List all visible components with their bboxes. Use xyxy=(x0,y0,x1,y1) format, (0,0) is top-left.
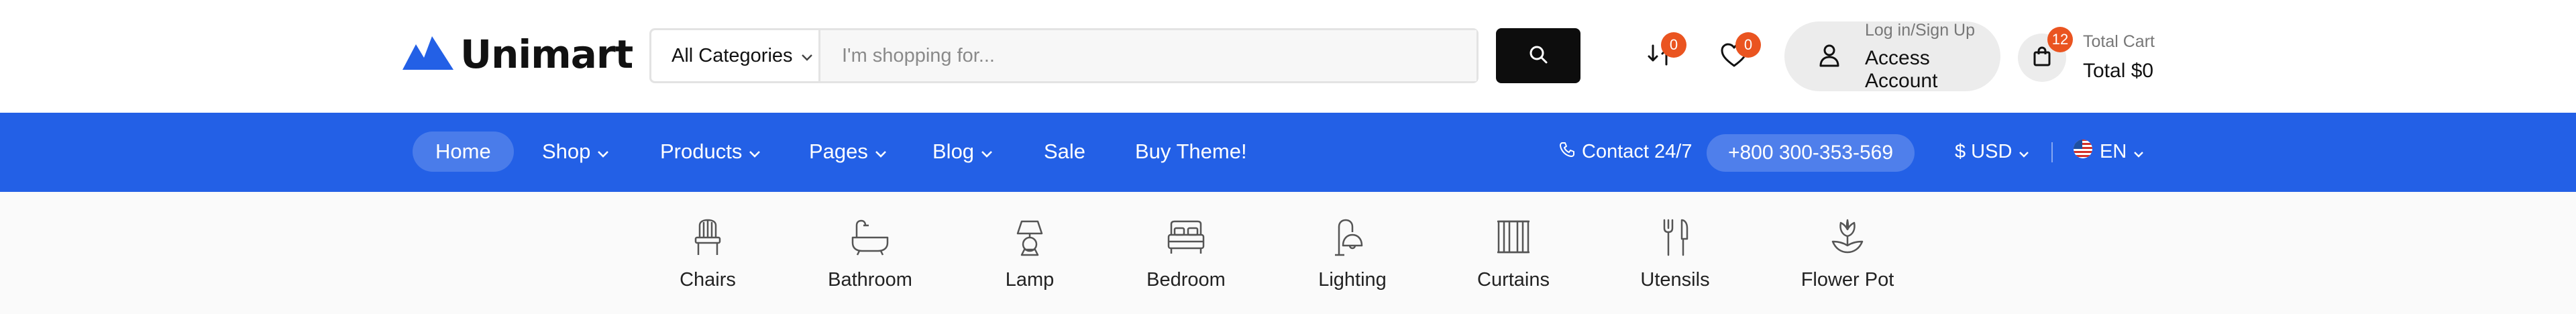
cart-total: Total $0 xyxy=(2083,60,2154,82)
category-bathroom[interactable]: Bathroom xyxy=(790,219,951,291)
account-access-label: Access Account xyxy=(1865,46,1938,92)
search-icon xyxy=(1527,44,1549,68)
nav-item-sale[interactable]: Sale xyxy=(1044,132,1085,172)
pendant-light-icon xyxy=(1334,219,1371,260)
category-strip: Chairs Bathroom Lamp Bedroom Lighting Cu… xyxy=(0,192,2576,314)
brand-name: Unimart xyxy=(460,32,633,77)
compare-count-badge: 0 xyxy=(1661,32,1686,58)
contact-link[interactable]: Contact 24/7 xyxy=(1559,132,1692,172)
contact-label: Contact 24/7 xyxy=(1582,140,1693,162)
chevron-down-icon xyxy=(749,140,761,164)
account-login-label: Log in/Sign Up xyxy=(1865,20,1976,40)
nav-item-label: Blog xyxy=(932,140,975,163)
nav-item-shop[interactable]: Shop xyxy=(542,132,609,172)
currency-label: $ USD xyxy=(1955,140,2012,162)
chevron-down-icon xyxy=(2019,141,2029,163)
bed-icon xyxy=(1166,219,1206,260)
language-select[interactable]: EN xyxy=(2073,132,2144,172)
cart-summary[interactable]: Total Cart Total $0 xyxy=(2083,32,2155,83)
nav-item-label: Sale xyxy=(1044,140,1086,163)
phone-number-pill[interactable]: +800 300-353-569 xyxy=(1707,134,1915,172)
logo-mark-icon xyxy=(402,36,453,73)
lamp-icon xyxy=(1012,219,1047,260)
category-flower-pot[interactable]: Flower Pot xyxy=(1767,219,1928,291)
nav-item-label: Shop xyxy=(542,140,591,163)
category-label: Bedroom xyxy=(1146,269,1226,291)
category-lamp[interactable]: Lamp xyxy=(949,219,1110,291)
search-bar: All Categories xyxy=(649,28,1479,83)
compare-button[interactable]: 0 xyxy=(1638,32,1686,78)
nav-item-buy-theme[interactable]: Buy Theme! xyxy=(1135,132,1247,172)
category-label: Chairs xyxy=(680,269,736,291)
fork-knife-icon xyxy=(1658,219,1693,260)
chevron-down-icon xyxy=(875,140,887,164)
category-select-label: All Categories xyxy=(672,44,793,66)
nav-item-pages[interactable]: Pages xyxy=(809,132,887,172)
phone-icon xyxy=(1559,141,1575,163)
chair-icon xyxy=(690,219,725,260)
chevron-down-icon xyxy=(801,45,813,67)
nav-item-label: Buy Theme! xyxy=(1135,140,1247,163)
nav-item-label: Home xyxy=(435,140,491,163)
category-label: Bathroom xyxy=(828,269,912,291)
category-curtains[interactable]: Curtains xyxy=(1433,219,1594,291)
top-header: Unimart All Categories 0 0 Log in/S xyxy=(0,0,2576,113)
cart-button[interactable]: 12 xyxy=(2018,27,2073,82)
bathtub-icon xyxy=(850,219,890,260)
category-chairs[interactable]: Chairs xyxy=(627,219,788,291)
chevron-down-icon xyxy=(597,140,609,164)
category-label: Lighting xyxy=(1318,269,1387,291)
wishlist-button[interactable]: 0 xyxy=(1713,32,1761,78)
search-button[interactable] xyxy=(1496,28,1580,83)
category-label: Lamp xyxy=(1005,269,1055,291)
nav-item-label: Products xyxy=(660,140,743,163)
category-label: Utensils xyxy=(1640,269,1710,291)
account-button[interactable]: Log in/Sign Up Access Account xyxy=(1784,20,2000,92)
logo[interactable]: Unimart xyxy=(402,31,633,78)
category-label: Curtains xyxy=(1477,269,1550,291)
cart-count-badge: 12 xyxy=(2047,27,2073,52)
wishlist-count-badge: 0 xyxy=(1735,32,1761,58)
category-select[interactable]: All Categories xyxy=(651,30,820,81)
category-bedroom[interactable]: Bedroom xyxy=(1106,219,1267,291)
category-lighting[interactable]: Lighting xyxy=(1272,219,1433,291)
nav-divider xyxy=(2051,142,2053,162)
user-icon xyxy=(1818,43,1841,70)
cart-label: Total Cart xyxy=(2083,32,2155,51)
us-flag-icon xyxy=(2073,139,2093,164)
nav-item-home[interactable]: Home xyxy=(413,132,514,172)
curtains-icon xyxy=(1495,219,1532,260)
shopping-bag-icon xyxy=(2032,46,2052,70)
currency-select[interactable]: $ USD xyxy=(1955,132,2029,172)
nav-item-label: Pages xyxy=(809,140,868,163)
phone-number: +800 300-353-569 xyxy=(1727,142,1894,164)
language-label: EN xyxy=(2100,140,2127,162)
category-label: Flower Pot xyxy=(1801,269,1894,291)
category-utensils[interactable]: Utensils xyxy=(1595,219,1756,291)
flower-icon xyxy=(1829,219,1866,260)
chevron-down-icon xyxy=(981,140,993,164)
chevron-down-icon xyxy=(2133,141,2144,163)
nav-item-blog[interactable]: Blog xyxy=(932,132,993,172)
search-input[interactable] xyxy=(820,30,1477,81)
main-nav: Home Shop Products Pages Blog Sale Buy T… xyxy=(0,113,2576,192)
nav-item-products[interactable]: Products xyxy=(660,132,761,172)
